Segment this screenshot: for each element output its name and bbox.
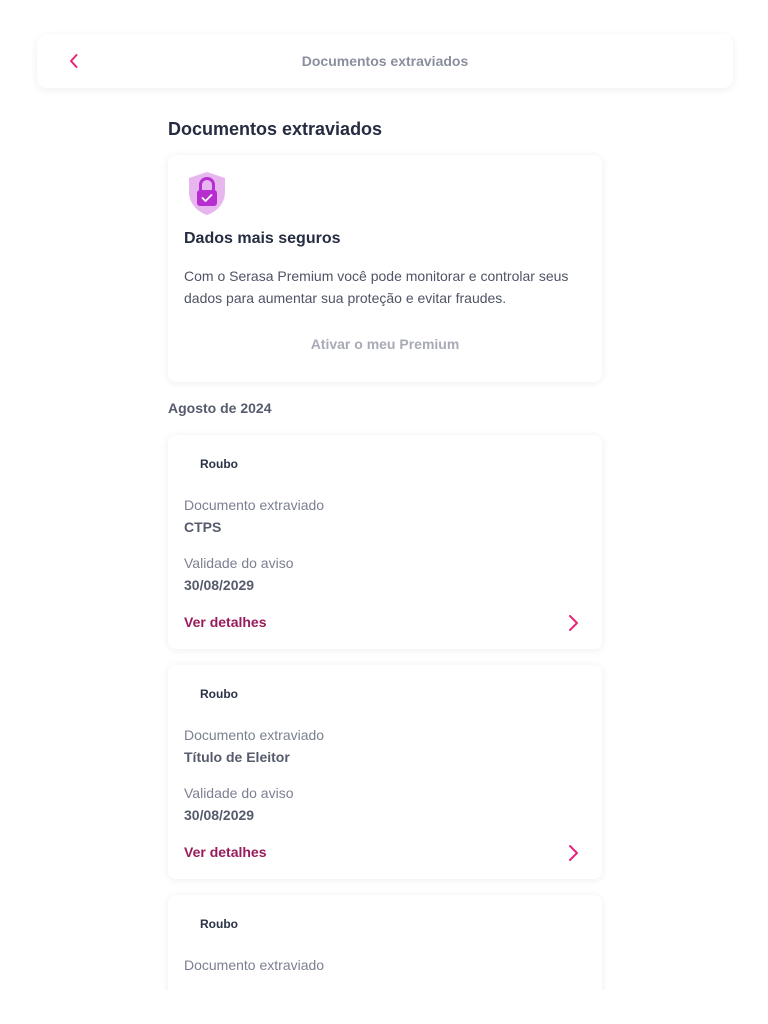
document-label: Documento extraviado — [184, 727, 325, 743]
view-details-link[interactable]: Ver detalhes — [184, 614, 267, 630]
occurrence-type-badge: Roubo — [200, 917, 238, 931]
document-card: Roubo Documento extraviado — [168, 895, 602, 1005]
month-section-label: Agosto de 2024 — [168, 400, 272, 416]
validity-label: Validade do aviso — [184, 785, 294, 801]
occurrence-type-badge: Roubo — [200, 687, 238, 701]
promo-title: Dados mais seguros — [184, 230, 341, 247]
validity-value: 30/08/2029 — [184, 807, 255, 823]
top-bar-title: Documentos extraviados — [301, 53, 469, 69]
validity-label: Validade do aviso — [184, 555, 294, 571]
document-label: Documento extraviado — [184, 497, 325, 513]
view-details-link[interactable]: Ver detalhes — [184, 844, 267, 860]
promo-description: Com o Serasa Premium você pode monitorar… — [184, 268, 569, 306]
chevron-right-icon[interactable] — [564, 843, 582, 863]
page-title: Documentos extraviados — [168, 119, 383, 139]
activate-premium-button[interactable]: Ativar o meu Premium — [168, 336, 602, 352]
document-card: Roubo Documento extraviado Título de Ele… — [168, 665, 602, 879]
premium-promo-card: Dados mais seguros Com o Serasa Premium … — [168, 155, 602, 382]
document-value: Título de Eleitor — [184, 749, 290, 765]
document-card: Roubo Documento extraviado CTPS Validade… — [168, 435, 602, 649]
viewport-bottom-edge — [0, 990, 768, 1024]
shield-lock-icon — [189, 172, 225, 215]
occurrence-type-badge: Roubo — [200, 457, 238, 471]
document-value: CTPS — [184, 519, 222, 535]
top-app-bar: Documentos extraviados — [37, 34, 733, 88]
chevron-right-icon[interactable] — [564, 613, 582, 633]
validity-value: 30/08/2029 — [184, 577, 255, 593]
document-label: Documento extraviado — [184, 957, 325, 973]
